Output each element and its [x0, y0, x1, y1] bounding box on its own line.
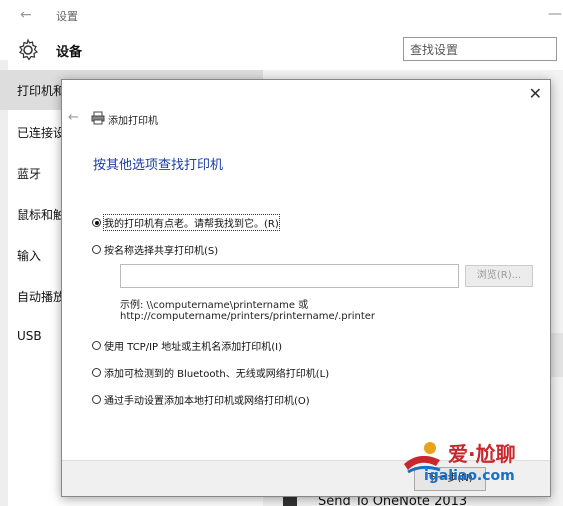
page-title: 设备	[56, 45, 83, 60]
radio-button[interactable]	[92, 218, 101, 227]
dialog-title: 添加打印机	[108, 116, 158, 127]
sidebar-item-bluetooth[interactable]: 蓝牙	[17, 165, 41, 182]
option-manual-setup[interactable]: 通过手动设置添加本地打印机或网络打印机(O)	[92, 392, 310, 407]
sidebar-item-connected-devices[interactable]: 已连接设	[17, 124, 65, 141]
option-shared-printer[interactable]: 按名称选择共享打印机(S)	[92, 242, 218, 257]
option-label: 通过手动设置添加本地打印机或网络打印机(O)	[104, 396, 310, 407]
back-arrow-icon[interactable]: ←	[68, 110, 79, 125]
back-arrow-icon[interactable]: ←	[20, 7, 32, 23]
watermark-en-text: igaliao.com	[424, 468, 515, 484]
sidebar-item-mouse[interactable]: 鼠标和触	[17, 206, 65, 223]
browse-button[interactable]: 浏览(R)...	[465, 265, 533, 287]
option-label: 按名称选择共享打印机(S)	[104, 246, 219, 257]
minimize-icon[interactable]: —	[548, 6, 562, 22]
option-label: 使用 TCP/IP 地址或主机名添加打印机(I)	[104, 342, 282, 353]
watermark-logo: 爱·尬聊 igaliao.com	[400, 436, 556, 496]
search-input[interactable]: 查找设置	[403, 37, 557, 61]
add-printer-dialog: ✕ ← 添加打印机 按其他选项查找打印机 我的打印机有点老。请帮我找到它。(R)…	[61, 79, 551, 497]
shared-printer-name-input[interactable]	[120, 264, 459, 288]
watermark-cn-text: 爱·尬聊	[448, 442, 516, 466]
gear-icon	[19, 38, 39, 61]
radio-button[interactable]	[92, 395, 101, 404]
radio-button[interactable]	[92, 341, 101, 350]
radio-button[interactable]	[92, 368, 101, 377]
sidebar-item-printers[interactable]: 打印机和	[17, 82, 65, 99]
option-old-printer[interactable]: 我的打印机有点老。请帮我找到它。(R)	[92, 214, 280, 231]
sidebar-item-autoplay[interactable]: 自动播放	[17, 288, 65, 305]
option-label: 添加可检测到的 Bluetooth、无线或网络打印机(L)	[104, 369, 330, 380]
printer-icon	[91, 111, 105, 125]
settings-title: 设置	[56, 10, 78, 23]
example-url-text: http://computername/printers/printername…	[120, 311, 376, 322]
radio-button[interactable]	[92, 245, 101, 254]
sidebar-item-input[interactable]: 输入	[17, 247, 41, 264]
option-bluetooth-wireless[interactable]: 添加可检测到的 Bluetooth、无线或网络打印机(L)	[92, 365, 329, 380]
example-text: 示例: \\computername\printername 或	[120, 300, 309, 311]
sidebar-item-usb[interactable]: USB	[17, 329, 42, 343]
sidebar-edge	[0, 60, 8, 506]
dialog-heading: 按其他选项查找打印机	[93, 158, 224, 173]
option-label: 我的打印机有点老。请帮我找到它。(R)	[103, 214, 280, 231]
option-tcpip[interactable]: 使用 TCP/IP 地址或主机名添加打印机(I)	[92, 338, 282, 353]
settings-titlebar: ← 设置 —	[0, 0, 563, 30]
close-icon[interactable]: ✕	[529, 84, 542, 103]
